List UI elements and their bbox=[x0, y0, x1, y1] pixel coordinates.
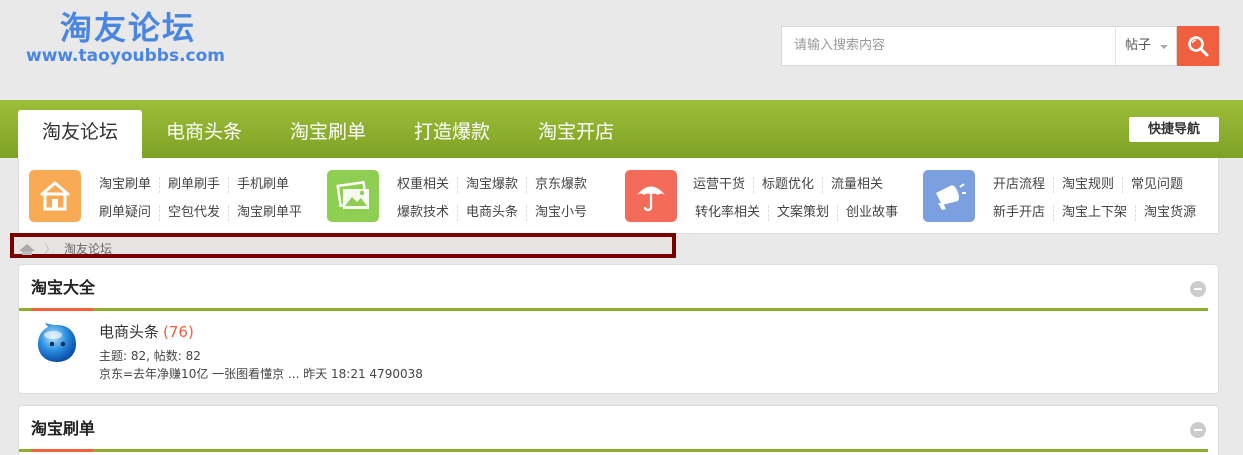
breadcrumb-separator: 〉 bbox=[44, 242, 57, 256]
submenu-link[interactable]: 淘宝爆款 bbox=[458, 177, 528, 193]
site-logo[interactable]: 淘友论坛 www.taoyoubbs.com bbox=[26, 10, 226, 66]
picture-icon[interactable] bbox=[327, 170, 379, 222]
submenu-link[interactable]: 流量相关 bbox=[823, 177, 891, 193]
nav-tab-hot[interactable]: 打造爆款 bbox=[390, 110, 514, 158]
collapse-icon[interactable] bbox=[1190, 422, 1206, 438]
panel-header: 淘宝大全 bbox=[19, 265, 1208, 311]
nav-tab-open-shop[interactable]: 淘宝开店 bbox=[514, 110, 638, 158]
forum-name[interactable]: 电商头条 (76) bbox=[99, 321, 194, 342]
submenu-link[interactable]: 爆款技术 bbox=[389, 205, 459, 221]
submenu-link[interactable]: 淘宝刷单 bbox=[91, 177, 161, 193]
submenu-link[interactable]: 刷单刷手 bbox=[160, 177, 230, 193]
nav-tab-brushing[interactable]: 淘宝刷单 bbox=[266, 110, 390, 158]
submenu-link[interactable]: 标题优化 bbox=[754, 177, 824, 193]
nav-tab-news[interactable]: 电商头条 bbox=[142, 110, 266, 158]
search-icon bbox=[1188, 36, 1209, 57]
chevron-down-icon bbox=[1160, 45, 1168, 49]
logo-url: www.taoyoubbs.com bbox=[26, 46, 226, 66]
forum-name-text[interactable]: 电商头条 bbox=[99, 323, 159, 341]
submenu-link[interactable]: 转化率相关 bbox=[687, 205, 770, 221]
search-button[interactable] bbox=[1177, 26, 1219, 66]
forum-panel-taobao: 淘宝大全 电商头条 (76) 主题: 82, 帖数: 82 京东=去年净赚10亿 … bbox=[18, 264, 1219, 394]
forum-count: (76) bbox=[163, 323, 194, 341]
submenu-link[interactable]: 京东爆款 bbox=[527, 177, 595, 193]
submenu-link[interactable]: 新手开店 bbox=[985, 205, 1055, 221]
search-type-select[interactable]: 帖子 bbox=[1115, 26, 1177, 66]
quick-nav-button[interactable]: 快捷导航 bbox=[1129, 117, 1219, 142]
search-bar: 请输入搜索内容 帖子 bbox=[781, 26, 1219, 66]
forum-bubble-icon[interactable] bbox=[35, 321, 79, 365]
panel-title[interactable]: 淘宝大全 bbox=[31, 278, 95, 297]
submenu-link[interactable]: 淘宝小号 bbox=[527, 205, 595, 221]
search-input[interactable]: 请输入搜索内容 bbox=[781, 26, 1115, 66]
panel-header: 淘宝刷单 bbox=[19, 406, 1208, 452]
submenu-link[interactable]: 开店流程 bbox=[985, 177, 1055, 193]
collapse-icon[interactable] bbox=[1190, 281, 1206, 297]
forum-panel-brushing: 淘宝刷单 bbox=[18, 405, 1219, 455]
home-icon[interactable] bbox=[18, 243, 36, 255]
umbrella-icon[interactable] bbox=[625, 170, 677, 222]
nav-tab-home[interactable]: 淘友论坛 bbox=[18, 110, 143, 158]
search-type-value: 帖子 bbox=[1125, 38, 1152, 53]
home-icon[interactable] bbox=[29, 170, 81, 222]
submenu-link[interactable]: 电商头条 bbox=[458, 205, 528, 221]
megaphone-icon[interactable] bbox=[923, 170, 975, 222]
submenu-link[interactable]: 创业故事 bbox=[838, 205, 906, 221]
breadcrumb-current[interactable]: 淘友论坛 bbox=[64, 240, 112, 257]
submenu-link[interactable]: 刷单疑问 bbox=[91, 205, 161, 221]
panel-title[interactable]: 淘宝刷单 bbox=[31, 419, 95, 438]
breadcrumb: 〉 淘友论坛 bbox=[10, 233, 676, 258]
panel-accent-bar bbox=[31, 449, 93, 452]
sub-menu: 淘宝刷单 刷单刷手 手机刷单 刷单疑问 空包代发 淘宝刷单平 权重相关 淘宝爆款… bbox=[18, 158, 1219, 234]
submenu-link[interactable]: 空包代发 bbox=[160, 205, 230, 221]
submenu-link[interactable]: 权重相关 bbox=[389, 177, 459, 193]
logo-title: 淘友论坛 bbox=[60, 9, 197, 47]
forum-last-post[interactable]: 京东=去年净赚10亿 一张图看懂京 ... 昨天 18:21 4790038 bbox=[99, 365, 423, 382]
submenu-link[interactable]: 运营干货 bbox=[687, 177, 755, 193]
main-nav: 淘友论坛 电商头条 淘宝刷单 打造爆款 淘宝开店 快捷导航 bbox=[0, 100, 1243, 158]
submenu-link[interactable]: 手机刷单 bbox=[229, 177, 297, 193]
forum-stats: 主题: 82, 帖数: 82 bbox=[99, 349, 201, 363]
submenu-link[interactable]: 淘宝规则 bbox=[1054, 177, 1124, 193]
submenu-link[interactable]: 淘宝货源 bbox=[1136, 205, 1204, 221]
submenu-link[interactable]: 淘宝上下架 bbox=[1054, 205, 1137, 221]
submenu-link[interactable]: 文案策划 bbox=[769, 205, 839, 221]
submenu-link[interactable]: 常见问题 bbox=[1123, 177, 1191, 193]
submenu-link[interactable]: 淘宝刷单平 bbox=[229, 205, 310, 221]
forum-row: 电商头条 (76) 主题: 82, 帖数: 82 京东=去年净赚10亿 一张图看懂… bbox=[19, 311, 1218, 391]
